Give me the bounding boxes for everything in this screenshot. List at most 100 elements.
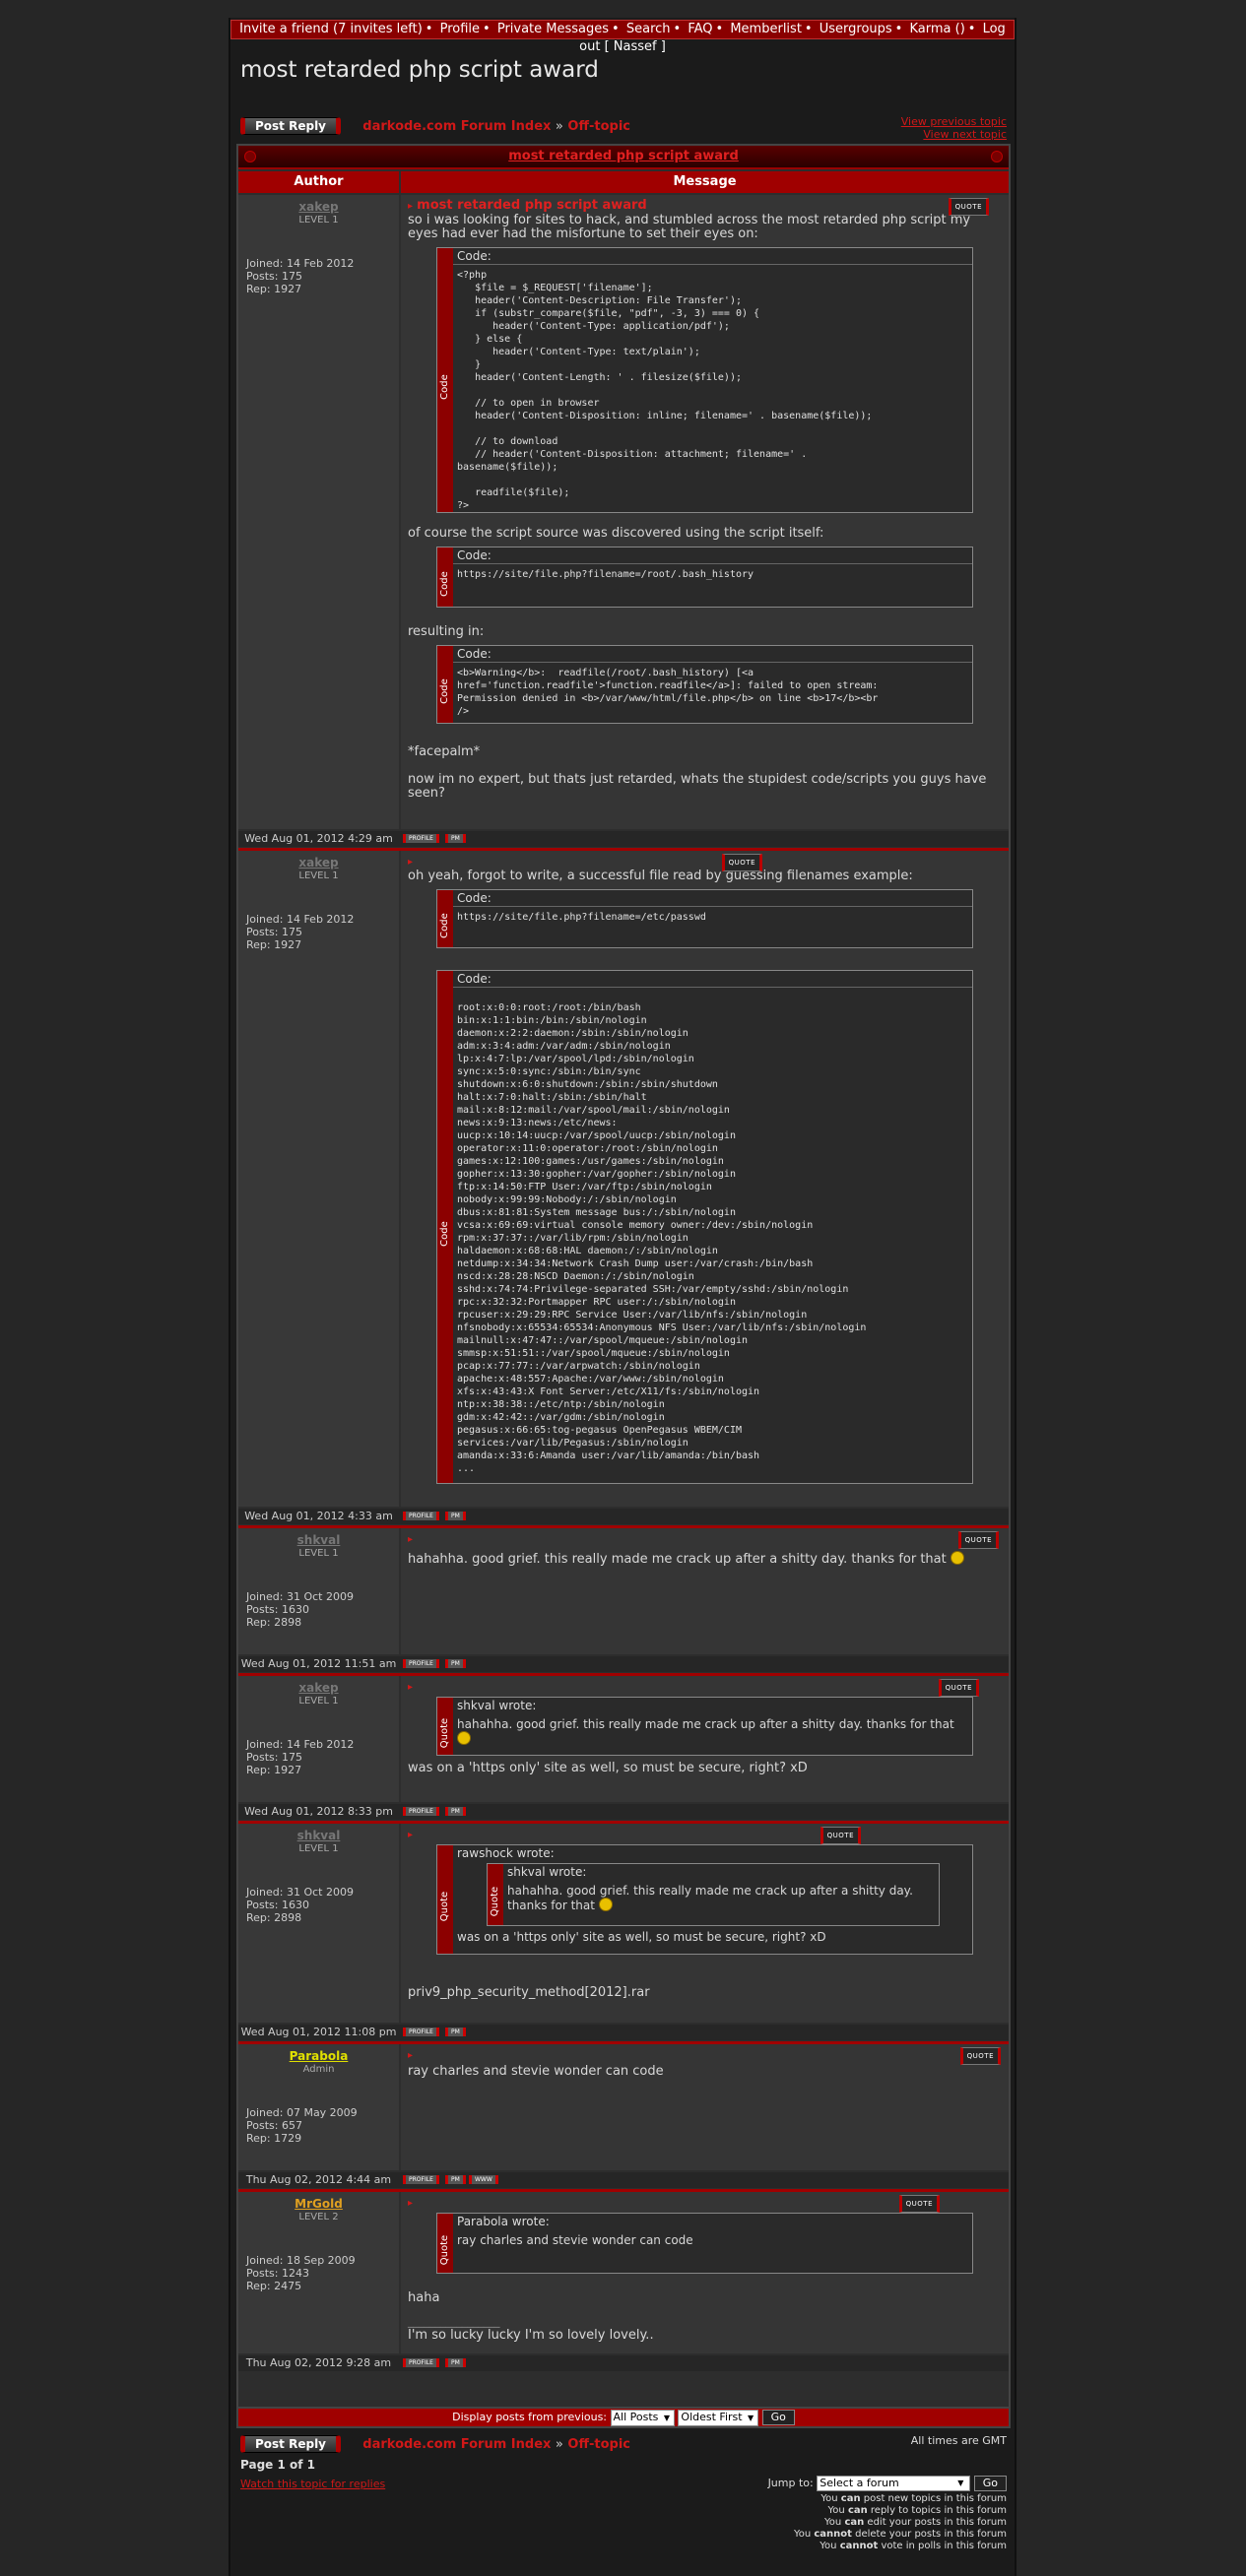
profile-button[interactable]: PROFILE	[403, 1807, 439, 1816]
username[interactable]: xakep	[238, 1681, 399, 1695]
nav-invite[interactable]: Invite a friend (7 invites left)	[239, 22, 423, 36]
breadcrumb-forum-index[interactable]: darkode.com Forum Index	[362, 2437, 551, 2452]
post-arrow-icon[interactable]: ▸	[408, 2198, 413, 2209]
post-count: Posts: 175	[246, 926, 302, 938]
nav-search[interactable]: Search	[626, 22, 671, 36]
breadcrumb-forum[interactable]: Off-topic	[567, 119, 630, 134]
post-count: Posts: 175	[246, 270, 302, 283]
post-text: resulting in:	[408, 624, 485, 639]
username[interactable]: shkval	[238, 1829, 399, 1842]
quote-text: hahahha. good grief. this really made me…	[457, 1717, 954, 1731]
breadcrumb-forum[interactable]: Off-topic	[567, 2437, 630, 2452]
post-count: Posts: 175	[246, 1751, 302, 1764]
profile-button[interactable]: PROFILE	[403, 2358, 439, 2367]
post-count: Posts: 657	[246, 2119, 302, 2132]
post-reply-button-bottom[interactable]: Post Reply	[240, 2435, 341, 2453]
post-arrow-icon[interactable]: ▸	[408, 1534, 413, 1545]
smiley-icon	[457, 1731, 471, 1745]
quote-author: shkval wrote:	[507, 1865, 587, 1879]
author-column-header: Author	[238, 171, 401, 193]
jump-to-label: Jump to:	[767, 2477, 814, 2489]
watch-topic-link[interactable]: Watch this topic for replies	[240, 2478, 385, 2490]
quote-button[interactable]: QUOTE	[957, 1531, 999, 1549]
post-arrow-icon[interactable]: ▸	[408, 1682, 413, 1693]
pm-button[interactable]: PM	[445, 2358, 466, 2367]
www-button[interactable]: WWW	[469, 2175, 498, 2184]
permission-line: You can reply to topics in this forum	[827, 2505, 1007, 2516]
post: shkval LEVEL 1 Joined: 31 Oct 2009 Posts:…	[238, 1824, 1009, 2044]
post-author-panel: xakep LEVEL 1 Joined: 14 Feb 2012 Posts: …	[238, 1676, 399, 1802]
quote-button[interactable]: QUOTE	[948, 198, 989, 216]
pm-button[interactable]: PM	[445, 1807, 466, 1816]
profile-button[interactable]: PROFILE	[403, 834, 439, 843]
timezone-note: All times are GMT	[910, 2434, 1007, 2447]
code-block-label: Code	[437, 248, 453, 512]
nav-faq[interactable]: FAQ	[688, 22, 712, 36]
go-button[interactable]: Go	[761, 2410, 795, 2425]
jump-to: Jump to: Select a forum ▼ Go	[768, 2476, 1007, 2491]
post-reply-button[interactable]: Post Reply	[240, 117, 341, 135]
nav-private-messages[interactable]: Private Messages	[497, 22, 609, 36]
post: MrGold LEVEL 2 Joined: 18 Sep 2009 Posts:…	[238, 2192, 1009, 2373]
post-text: haha	[408, 2290, 440, 2305]
pm-button[interactable]: PM	[445, 2175, 466, 2184]
code-header: Code:	[453, 890, 972, 907]
code-block: Code Code: <b>Warning</b>: readfile(/roo…	[436, 645, 973, 724]
quote-button[interactable]: QUOTE	[820, 1827, 861, 1844]
profile-button[interactable]: PROFILE	[403, 1659, 439, 1668]
topic-title-link[interactable]: most retarded php script award	[508, 149, 739, 163]
nav-usergroups[interactable]: Usergroups	[820, 22, 892, 36]
display-options-bar: Display posts from previous: All Posts ▼…	[236, 2407, 1011, 2428]
nav-karma[interactable]: Karma ()	[909, 22, 964, 36]
quote-button[interactable]: QUOTE	[959, 2047, 1001, 2065]
code-block: Code Code: root:x:0:0:root:/root:/bin/ba…	[436, 970, 973, 1484]
user-rank: LEVEL 1	[298, 1548, 339, 1559]
nav-profile[interactable]: Profile	[440, 22, 480, 36]
pm-button[interactable]: PM	[445, 1659, 466, 1668]
nav-memberlist[interactable]: Memberlist	[730, 22, 802, 36]
pm-button[interactable]: PM	[445, 1512, 466, 1520]
post: shkval LEVEL 1 Joined: 31 Oct 2009 Posts:…	[238, 1528, 1009, 1676]
username[interactable]: Parabola	[238, 2049, 399, 2063]
username[interactable]: xakep	[238, 856, 399, 869]
post-count: Posts: 1630	[246, 1603, 309, 1616]
quote-button[interactable]: QUOTE	[721, 854, 762, 871]
breadcrumb-separator: »	[555, 2437, 563, 2452]
nested-quote-block: Quote shkval wrote: hahahha. good grief.…	[487, 1863, 940, 1926]
post-date: Thu Aug 02, 2012 4:44 am	[245, 2173, 392, 2186]
post-body: QUOTE ▸ Quote rawshock wrote: Quote shkv…	[401, 1824, 1009, 2023]
profile-button[interactable]: PROFILE	[403, 2028, 439, 2036]
post-footer: Wed Aug 01, 2012 11:08 pm PROFILE PM	[238, 2025, 1009, 2040]
username[interactable]: xakep	[238, 200, 399, 214]
code-block-label: Code	[437, 646, 453, 723]
smiley-icon	[598, 1898, 613, 1911]
display-label: Display posts from previous:	[452, 2411, 608, 2423]
post-body: QUOTE ▸ most retarded php script award s…	[401, 195, 1009, 829]
sort-order-select[interactable]: Oldest First ▼	[678, 2410, 759, 2426]
post-body: QUOTE ▸ oh yeah, forgot to write, a succ…	[401, 851, 1009, 1507]
jump-go-button[interactable]: Go	[973, 2476, 1007, 2491]
quote-button[interactable]: QUOTE	[898, 2195, 940, 2213]
code-content: <b>Warning</b>: readfile(/root/.bash_his…	[457, 668, 879, 717]
top-action-row: Post Reply darkode.com Forum Index » Off…	[240, 117, 630, 135]
code-header: Code:	[453, 547, 972, 564]
username[interactable]: MrGold	[238, 2197, 399, 2211]
post-age-select[interactable]: All Posts ▼	[610, 2410, 675, 2426]
profile-button[interactable]: PROFILE	[403, 1512, 439, 1520]
quote-block: Quote shkval wrote: hahahha. good grief.…	[436, 1697, 973, 1756]
post-arrow-icon[interactable]: ▸	[408, 1830, 413, 1840]
post-arrow-icon[interactable]: ▸	[408, 201, 413, 212]
signature-divider: _________________	[408, 2315, 500, 2328]
next-topic-link[interactable]: View next topic	[923, 128, 1007, 141]
pm-button[interactable]: PM	[445, 834, 466, 843]
previous-topic-link[interactable]: View previous topic	[901, 115, 1007, 128]
post-arrow-icon[interactable]: ▸	[408, 857, 413, 868]
profile-button[interactable]: PROFILE	[403, 2175, 439, 2184]
quote-button[interactable]: QUOTE	[938, 1679, 979, 1697]
breadcrumb-separator: »	[555, 119, 563, 134]
forum-select[interactable]: Select a forum ▼	[817, 2476, 971, 2491]
username[interactable]: shkval	[238, 1533, 399, 1547]
breadcrumb-forum-index[interactable]: darkode.com Forum Index	[362, 119, 551, 134]
post-arrow-icon[interactable]: ▸	[408, 2050, 413, 2061]
pm-button[interactable]: PM	[445, 2028, 466, 2036]
